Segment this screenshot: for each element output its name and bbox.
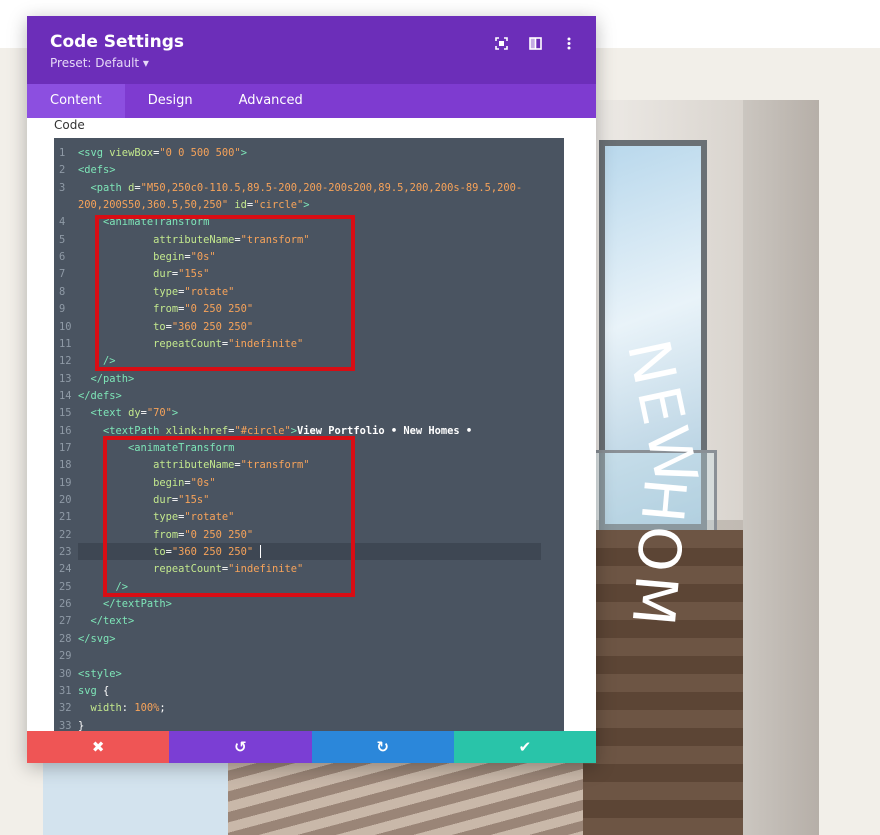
undo-button[interactable]: ↺ bbox=[169, 731, 312, 763]
line-number: 5 bbox=[59, 233, 66, 246]
redo-button[interactable]: ↻ bbox=[311, 731, 454, 763]
line-number: 22 bbox=[59, 528, 72, 541]
code-line[interactable]: 32 width: 100%; bbox=[54, 700, 564, 717]
highlight-box-1 bbox=[95, 215, 355, 371]
code-text: width: 100%; bbox=[90, 702, 166, 715]
tab-advanced[interactable]: Advanced bbox=[216, 84, 326, 118]
line-number: 15 bbox=[59, 407, 72, 420]
code-line[interactable]: 30 <style> bbox=[54, 666, 564, 683]
code-text: <defs> bbox=[78, 164, 116, 177]
line-number: 2 bbox=[59, 164, 66, 177]
code-line[interactable]: 14 </defs> bbox=[54, 388, 564, 405]
code-text: 200,200S50,360.5,50,250" id="circle"> bbox=[78, 199, 310, 212]
code-line[interactable]: 1 <svg viewBox="0 0 500 500"> bbox=[54, 145, 564, 162]
code-line[interactable]: 200,200S50,360.5,50,250" id="circle"> bbox=[54, 197, 564, 214]
undo-icon: ↺ bbox=[234, 738, 247, 756]
code-line[interactable]: 28 </svg> bbox=[54, 631, 564, 648]
tab-design[interactable]: Design bbox=[125, 84, 216, 118]
code-text: <svg viewBox="0 0 500 500"> bbox=[78, 147, 247, 159]
tab-bar: Content Design Advanced bbox=[27, 84, 596, 118]
code-text: } bbox=[78, 719, 85, 731]
discard-button[interactable]: ✖ bbox=[27, 731, 170, 763]
more-icon[interactable] bbox=[560, 34, 578, 52]
modal-footer: ✖ ↺ ↻ ✔ bbox=[27, 731, 596, 763]
line-number: 3 bbox=[59, 181, 66, 194]
modal-title: Code Settings bbox=[50, 32, 185, 52]
line-number: 29 bbox=[59, 650, 72, 663]
line-number: 27 bbox=[59, 615, 72, 628]
code-line[interactable]: 27 </text> bbox=[54, 613, 564, 630]
line-number: 28 bbox=[59, 632, 72, 645]
line-number: 9 bbox=[59, 303, 66, 316]
modal-header: Code Settings Preset: Default ▾ bbox=[27, 16, 596, 84]
line-number: 12 bbox=[59, 355, 72, 368]
code-line[interactable]: 31 svg { bbox=[54, 683, 564, 700]
code-text: </text> bbox=[90, 615, 135, 628]
line-number: 18 bbox=[59, 459, 72, 472]
code-editor[interactable]: 1 <svg viewBox="0 0 500 500"> 2 <defs> 3 <pa… bbox=[54, 138, 564, 731]
code-line[interactable]: 15 <text dy="70"> bbox=[54, 405, 564, 422]
line-number: 14 bbox=[59, 389, 72, 402]
split-view-icon[interactable] bbox=[526, 34, 544, 52]
preset-selector[interactable]: Preset: Default ▾ bbox=[50, 56, 149, 70]
line-number: 32 bbox=[59, 702, 72, 715]
line-number: 17 bbox=[59, 441, 72, 454]
code-text: </textPath> bbox=[103, 598, 172, 611]
circular-text-bottom: HOM bbox=[618, 475, 700, 633]
line-number: 23 bbox=[59, 546, 72, 559]
code-line[interactable]: 33} bbox=[54, 718, 564, 731]
line-number: 1 bbox=[59, 147, 66, 159]
code-line[interactable]: 29 bbox=[54, 648, 564, 665]
redo-icon: ↻ bbox=[376, 738, 389, 756]
photo-side-wall bbox=[743, 100, 819, 835]
code-line[interactable]: 3 <path d="M50,250c0-110.5,89.5-200,200-… bbox=[54, 180, 564, 197]
code-field-label: Code bbox=[54, 118, 85, 132]
code-line[interactable]: 26 </textPath> bbox=[54, 596, 564, 613]
save-button[interactable]: ✔ bbox=[453, 731, 596, 763]
line-number: 13 bbox=[59, 372, 72, 385]
code-settings-modal: Code Settings Preset: Default ▾ Content … bbox=[27, 16, 596, 763]
code-text: <path d="M50,250c0-110.5,89.5-200,200-20… bbox=[90, 181, 523, 194]
highlight-box-2 bbox=[103, 436, 355, 597]
line-number: 20 bbox=[59, 494, 72, 506]
code-text: </svg> bbox=[78, 632, 116, 645]
line-number: 25 bbox=[59, 580, 72, 593]
line-number: 24 bbox=[59, 563, 72, 576]
line-number: 4 bbox=[59, 216, 66, 229]
line-number: 11 bbox=[59, 337, 72, 350]
line-number: 10 bbox=[59, 320, 72, 333]
line-number: 33 bbox=[59, 719, 72, 731]
line-number: 19 bbox=[59, 476, 72, 489]
line-number: 16 bbox=[59, 424, 72, 437]
fullscreen-icon[interactable] bbox=[492, 34, 510, 52]
line-number: 26 bbox=[59, 598, 72, 611]
code-text: </path> bbox=[90, 372, 135, 385]
close-icon: ✖ bbox=[91, 738, 105, 756]
code-line[interactable]: 2 <defs> bbox=[54, 162, 564, 179]
line-number: 6 bbox=[59, 251, 66, 264]
tab-content[interactable]: Content bbox=[27, 84, 125, 118]
line-number: 30 bbox=[59, 667, 72, 680]
code-text: svg { bbox=[78, 684, 110, 697]
line-number: 21 bbox=[59, 511, 72, 524]
line-number: 31 bbox=[59, 684, 72, 697]
check-icon: ✔ bbox=[518, 738, 532, 756]
modal-body: Code 1 <svg viewBox="0 0 500 500"> 2 <defs>… bbox=[27, 118, 596, 731]
code-line[interactable]: 13 </path> bbox=[54, 371, 564, 388]
code-text: <style> bbox=[78, 667, 122, 680]
line-number: 7 bbox=[59, 268, 66, 281]
code-text: </defs> bbox=[78, 389, 122, 402]
line-number: 8 bbox=[59, 285, 66, 298]
code-text: <text dy="70"> bbox=[90, 407, 179, 420]
